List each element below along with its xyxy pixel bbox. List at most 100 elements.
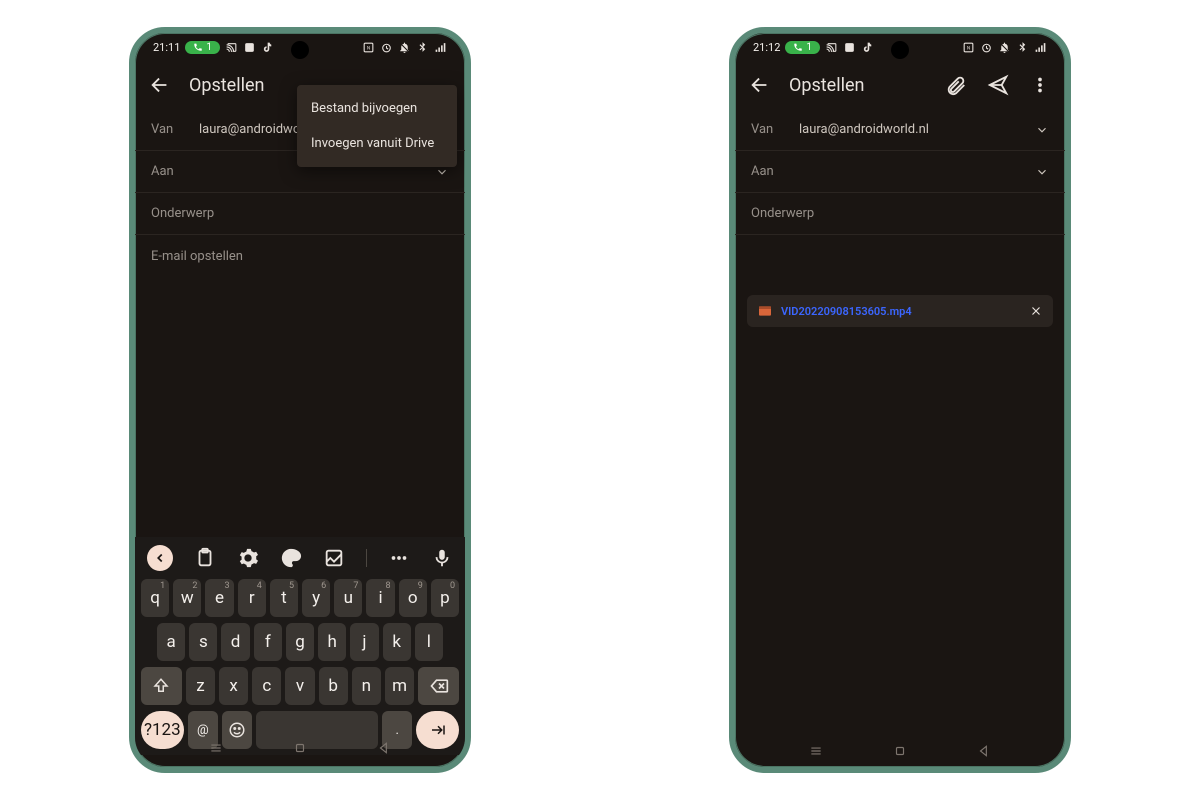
dnd-icon [398,41,411,54]
key-t[interactable]: t5 [270,579,298,617]
kb-collapse-icon[interactable] [147,545,173,571]
key-n[interactable]: n [352,667,381,705]
key-v[interactable]: v [285,667,314,705]
attach-icon[interactable] [945,74,967,96]
attachment-chip: VID20220908153605.mp4 [747,295,1053,327]
to-row[interactable]: Aan [735,151,1065,193]
key-b[interactable]: b [319,667,348,705]
kb-row-2: asdfghjkl [135,623,465,667]
svg-text:N: N [967,46,970,51]
key-z[interactable]: z [186,667,215,705]
keyboard: q1w2e3r4t5y6u7i8o9p0 asdfghjkl zxcvbnm ?… [135,537,465,755]
bluetooth-icon [416,41,429,54]
app-icon [243,41,256,54]
key-w[interactable]: w2 [173,579,201,617]
phone-left: 21:11 1 N Opstellen Bestand bijvoegen In… [129,27,471,773]
from-row[interactable]: Van laura@androidworld.nl [735,109,1065,151]
sticker-icon[interactable] [323,547,345,569]
status-bar: 21:12 1 N [735,33,1065,61]
body-input[interactable]: E-mail opstellen [135,235,465,278]
nfc-icon: N [962,41,975,54]
to-label: Aan [151,164,199,179]
key-f[interactable]: f [254,623,282,661]
key-i[interactable]: i8 [366,579,394,617]
kb-row-3: zxcvbnm [135,667,465,711]
key-r[interactable]: r4 [238,579,266,617]
key-q[interactable]: q1 [141,579,169,617]
nav-recent-icon[interactable] [809,744,823,758]
key-y[interactable]: y6 [302,579,330,617]
tiktok-icon [261,41,274,54]
to-label: Aan [751,164,799,179]
key-u[interactable]: u7 [334,579,362,617]
cast-icon [225,41,238,54]
alarm-icon [380,41,393,54]
key-o[interactable]: o9 [399,579,427,617]
key-g[interactable]: g [286,623,314,661]
page-title: Opstellen [789,75,945,96]
nav-back-icon[interactable] [977,744,991,758]
key-j[interactable]: j [350,623,378,661]
menu-attach-file[interactable]: Bestand bijvoegen [297,91,457,126]
send-icon[interactable] [987,74,1009,96]
from-value: laura@androidworld.nl [799,122,929,137]
app-icon [843,41,856,54]
video-file-icon [757,303,773,319]
nav-home-icon[interactable] [893,744,907,758]
svg-text:N: N [367,46,370,51]
chevron-down-icon[interactable] [1035,123,1049,137]
subject-placeholder: Onderwerp [751,206,814,221]
cast-icon [825,41,838,54]
palette-icon[interactable] [280,547,302,569]
key-x[interactable]: x [219,667,248,705]
kb-row-1: q1w2e3r4t5y6u7i8o9p0 [135,579,465,623]
clipboard-icon[interactable] [194,547,216,569]
key-p[interactable]: p0 [431,579,459,617]
chevron-down-icon[interactable] [1035,165,1049,179]
more-icon[interactable] [388,547,410,569]
status-time: 21:12 [753,41,780,54]
status-bar: 21:11 1 N [135,33,465,61]
subject-placeholder: Onderwerp [151,206,214,221]
call-badge: 1 [785,41,820,54]
gear-icon[interactable] [237,547,259,569]
attachment-name[interactable]: VID20220908153605.mp4 [781,305,1021,318]
nav-recent-icon[interactable] [209,741,223,755]
attach-menu: Bestand bijvoegen Invoegen vanuit Drive [297,85,457,167]
nav-bar [735,735,1065,767]
overflow-icon[interactable] [1029,74,1051,96]
key-backspace[interactable] [418,667,459,705]
from-label: Van [751,122,799,137]
signal-icon [1034,41,1047,54]
app-bar: Opstellen [735,61,1065,109]
subject-row[interactable]: Onderwerp [735,193,1065,235]
key-h[interactable]: h [318,623,346,661]
back-icon[interactable] [749,74,771,96]
signal-icon [434,41,447,54]
phone-right: 21:12 1 N Opstellen Van laura@android [729,27,1071,773]
tiktok-icon [861,41,874,54]
key-l[interactable]: l [415,623,443,661]
mic-icon[interactable] [431,547,453,569]
nav-back-icon[interactable] [377,741,391,755]
key-shift[interactable] [141,667,182,705]
call-badge: 1 [185,41,220,54]
status-time: 21:11 [153,41,180,54]
key-a[interactable]: a [157,623,185,661]
menu-insert-drive[interactable]: Invoegen vanuit Drive [297,126,457,161]
alarm-icon [980,41,993,54]
key-c[interactable]: c [252,667,281,705]
attachment-remove-icon[interactable] [1029,304,1043,318]
nav-bar [135,741,465,755]
bluetooth-icon [1016,41,1029,54]
key-s[interactable]: s [189,623,217,661]
key-e[interactable]: e3 [205,579,233,617]
key-k[interactable]: k [383,623,411,661]
nfc-icon: N [362,41,375,54]
subject-row[interactable]: Onderwerp [135,193,465,235]
nav-home-icon[interactable] [293,741,307,755]
key-d[interactable]: d [221,623,249,661]
dnd-icon [998,41,1011,54]
back-icon[interactable] [149,74,171,96]
key-m[interactable]: m [385,667,414,705]
